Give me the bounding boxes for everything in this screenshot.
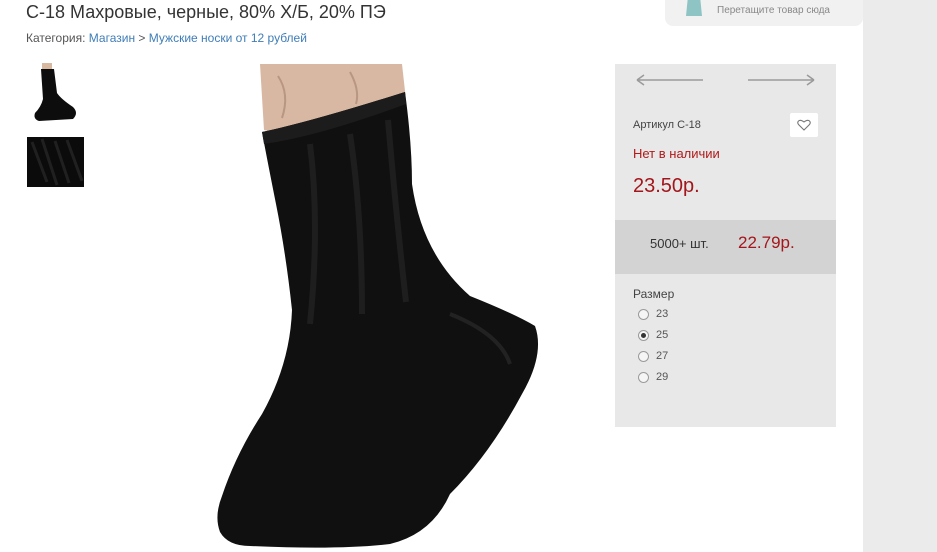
page-title: С-18 Махровые, черные, 80% Х/Б, 20% ПЭ [26, 2, 386, 22]
arrow-right-icon[interactable] [746, 72, 816, 88]
thumbnail-sock-detail[interactable] [26, 136, 85, 188]
size-option[interactable]: 25 [638, 327, 668, 343]
bulk-quantity: 5000+ шт. [650, 236, 709, 251]
size-radio[interactable] [638, 308, 649, 320]
breadcrumb: Категория: Магазин > Мужские носки от 12… [26, 31, 307, 45]
shopping-bag-icon [686, 0, 702, 16]
product-sku: Артикул С-18 [633, 119, 701, 131]
bulk-price: 22.79р. [738, 233, 795, 252]
sock-thumbnail-image [34, 63, 76, 121]
sock-detail-thumbnail-image [27, 137, 84, 187]
size-option[interactable]: 27 [638, 348, 668, 364]
bulk-price-row: 5000+ шт. 22.79р. [615, 220, 836, 274]
stock-status: Нет в наличии [633, 146, 720, 161]
size-option-label: 27 [656, 350, 669, 362]
breadcrumb-link-category[interactable]: Мужские носки от 12 рублей [149, 31, 307, 45]
product-main-photo [217, 64, 539, 548]
size-option[interactable]: 29 [638, 369, 668, 385]
breadcrumb-prefix: Категория: [26, 31, 86, 45]
size-radio[interactable] [638, 329, 649, 341]
heart-icon [797, 119, 811, 131]
favorite-button[interactable] [790, 113, 818, 137]
purchase-panel: Артикул С-18 Нет в наличии 23.50р. 5000+… [615, 64, 836, 427]
size-option[interactable]: 23 [638, 306, 668, 322]
right-gutter [863, 0, 937, 552]
cart-drop-hint: Перетащите товар сюда [717, 5, 830, 16]
thumbnail-sock-full[interactable] [26, 62, 85, 124]
cart-drop-widget[interactable]: Перетащите товар сюда [665, 0, 863, 26]
size-option-label: 29 [656, 371, 669, 383]
size-radio[interactable] [638, 350, 649, 362]
arrow-left-icon[interactable] [635, 72, 705, 88]
size-radio[interactable] [638, 371, 649, 383]
product-price: 23.50р. [633, 175, 700, 197]
breadcrumb-separator: > [138, 31, 146, 45]
size-option-label: 25 [656, 329, 669, 341]
size-label: Размер [633, 287, 675, 301]
size-option-label: 23 [656, 308, 669, 320]
breadcrumb-link-shop[interactable]: Магазин [89, 31, 135, 45]
